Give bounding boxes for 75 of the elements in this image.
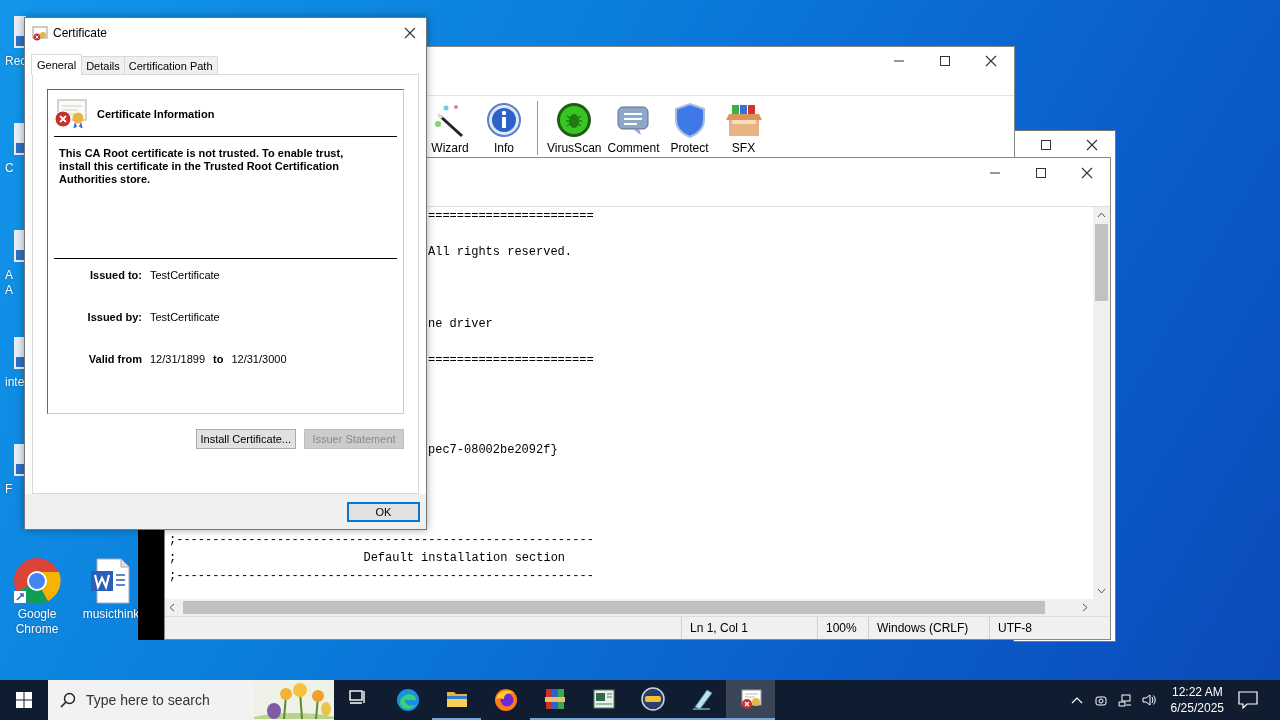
edge-icon: [395, 688, 420, 712]
search-icon: [60, 692, 76, 708]
close-icon[interactable]: [1081, 167, 1093, 179]
gauge-icon: [640, 687, 665, 711]
webcam-icon[interactable]: [1093, 693, 1108, 707]
field-label: Valid from: [87, 353, 142, 365]
scrollbar-thumb[interactable]: [183, 601, 1045, 614]
field-label: Issued to:: [89, 269, 142, 281]
ok-button[interactable]: OK: [347, 501, 420, 522]
field-value: TestCertificate: [150, 269, 220, 281]
volume-icon[interactable]: [1141, 693, 1156, 707]
taskbar-button[interactable]: [726, 680, 775, 720]
field-value: 12/31/3000: [231, 353, 287, 365]
network-icon[interactable]: [1117, 693, 1132, 707]
horizontal-scrollbar[interactable]: [165, 599, 1110, 616]
text-line: ne driver: [428, 316, 494, 333]
text-line: =======================: [428, 352, 595, 369]
text-line: ;----------------------------------------------------------: [169, 568, 595, 585]
window-title: Certificate: [53, 25, 108, 40]
scroll-up-icon: [1097, 212, 1106, 218]
search-bar[interactable]: Type here to search: [48, 680, 334, 720]
status-text: Ln 1, Col 1: [681, 617, 817, 639]
field-label: Issued by:: [86, 311, 142, 323]
status-text: Windows (CRLF): [868, 617, 989, 639]
chrome-icon: [13, 557, 61, 605]
text-line: pec7-08002be2092f}: [428, 442, 559, 459]
tab[interactable]: General: [31, 54, 83, 75]
toolbar-button[interactable]: SFX: [716, 96, 771, 155]
text-line: All rights reserved.: [428, 244, 574, 261]
box-icon: [725, 102, 762, 138]
status-text: 100%: [817, 617, 868, 639]
info-icon: [486, 102, 522, 138]
field-value: TestCertificate: [150, 311, 220, 323]
toolbar-button[interactable]: Comment: [604, 96, 663, 155]
desktop-icon-label[interactable]: musicthink: [82, 607, 140, 622]
tab[interactable]: Details: [81, 56, 125, 74]
maximize-icon[interactable]: [939, 55, 951, 67]
books-icon: [542, 687, 567, 711]
certificate-error-icon: [54, 99, 88, 129]
vertical-scrollbar[interactable]: [1093, 207, 1110, 599]
field-value: 12/31/1899: [150, 353, 206, 365]
notification-icon[interactable]: [1238, 691, 1258, 709]
windows-logo-icon[interactable]: [16, 692, 32, 708]
maximize-icon[interactable]: [1035, 167, 1047, 179]
status-text: UTF-8: [989, 617, 1088, 639]
desktop-icon-label[interactable]: Google Chrome: [0, 607, 74, 637]
search-field[interactable]: Type here to search: [86, 692, 246, 708]
scroll-down-icon: [1097, 588, 1106, 594]
text-line: =======================: [428, 208, 595, 225]
panel-heading: Certificate Information: [97, 108, 215, 120]
scroll-left-icon: [169, 603, 175, 612]
certificate-icon: [738, 687, 763, 711]
warning-message: This CA Root certificate is not trusted. To enable trust, install this certificate in the Trusted Root Certification Authorities store.: [58, 146, 345, 187]
toolbar-button[interactable]: Wizard: [423, 96, 477, 155]
toolbar-button[interactable]: Info: [477, 96, 531, 155]
toolbar-button[interactable]: VirusScan: [544, 96, 605, 155]
scroll-right-icon: [1082, 603, 1088, 612]
close-icon[interactable]: [1086, 139, 1098, 151]
scrollbar-thumb[interactable]: [1095, 224, 1108, 301]
tab[interactable]: Certification Path: [123, 56, 218, 74]
window-app-icon: [591, 687, 616, 711]
text-line: ; Default installation section: [169, 550, 567, 567]
firefox-icon: [493, 688, 518, 712]
toolbar-button[interactable]: Protect: [662, 96, 717, 155]
bug-icon: [556, 102, 593, 138]
text-line: ;----------------------------------------------------------: [169, 532, 595, 549]
desktop-icon-label[interactable]: F: [5, 482, 13, 497]
maximize-icon[interactable]: [1040, 139, 1052, 151]
close-icon[interactable]: [404, 26, 416, 39]
field-label: to: [213, 353, 224, 365]
certificate-icon: [32, 24, 48, 41]
clock[interactable]: 12:22 AM 6/25/2025: [1170, 684, 1224, 716]
dialog-button[interactable]: Install Certificate...: [195, 429, 296, 449]
close-icon[interactable]: [985, 55, 997, 67]
desktop-icon-label[interactable]: inte: [5, 375, 25, 390]
